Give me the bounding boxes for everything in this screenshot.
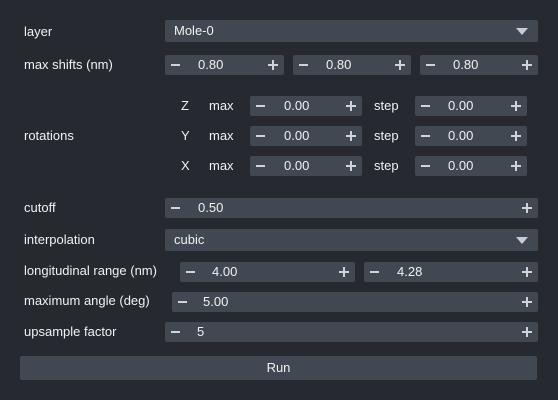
plus-icon[interactable] [511,161,521,171]
layer-label: layer [24,24,53,39]
rotation-y-axis-label: Y [181,128,190,143]
rotation-z-max-label: max [209,98,234,113]
max-shift-z-spinbox[interactable]: 0.80 [165,55,284,75]
minus-icon[interactable] [299,64,308,66]
maximum-angle-label: maximum angle (deg) [24,293,150,308]
plus-icon[interactable] [339,267,349,277]
plus-icon[interactable] [522,203,532,213]
minus-icon[interactable] [256,135,265,137]
rotation-x-step-value: 0.00 [448,158,474,173]
rotation-y-max-label: max [209,128,234,143]
minus-icon[interactable] [421,165,430,167]
max-shift-x-spinbox[interactable]: 0.80 [420,55,538,75]
rotation-x-max-label: max [209,158,234,173]
plus-icon[interactable] [522,327,532,337]
plus-icon[interactable] [522,60,532,70]
longitudinal-range-min-spinbox[interactable]: 4.00 [180,262,355,282]
rotation-y-step-label: step [374,128,399,143]
minus-icon[interactable] [171,64,180,66]
rotation-z-max-value: 0.00 [284,98,310,113]
plus-icon[interactable] [511,101,521,111]
rotation-z-step-label: step [374,98,399,113]
minus-icon[interactable] [256,165,265,167]
max-shifts-label: max shifts (nm) [24,57,113,72]
plus-icon[interactable] [346,161,356,171]
cutoff-spinbox[interactable]: 0.50 [165,198,538,218]
minus-icon[interactable] [370,271,379,273]
rotation-z-max-spinbox[interactable]: 0.00 [250,96,362,116]
chevron-down-icon [516,28,528,35]
minus-icon[interactable] [426,64,435,66]
minus-icon[interactable] [256,105,265,107]
minus-icon[interactable] [171,331,180,333]
interpolation-label: interpolation [24,232,95,247]
run-button[interactable]: Run [20,356,537,380]
rotation-y-max-spinbox[interactable]: 0.00 [250,126,362,146]
plus-icon[interactable] [522,267,532,277]
rotation-y-max-value: 0.00 [284,128,310,143]
upsample-factor-label: upsample factor [24,324,117,339]
rotation-x-max-spinbox[interactable]: 0.00 [250,156,362,176]
chevron-down-icon [516,237,528,244]
longitudinal-range-max-value: 4.28 [397,264,423,279]
cutoff-label: cutoff [24,200,56,215]
layer-select-value: Mole-0 [174,23,214,38]
plus-icon[interactable] [522,297,532,307]
minus-icon[interactable] [421,135,430,137]
upsample-factor-spinbox[interactable]: 5 [165,322,538,342]
longitudinal-range-min-value: 4.00 [212,264,238,279]
rotation-z-step-spinbox[interactable]: 0.00 [415,96,527,116]
plus-icon[interactable] [268,60,278,70]
rotation-x-step-label: step [374,158,399,173]
rotation-x-max-value: 0.00 [284,158,310,173]
max-shift-z-value: 0.80 [198,57,224,72]
interpolation-select-value: cubic [174,232,205,247]
maximum-angle-spinbox[interactable]: 5.00 [172,292,538,312]
rotation-x-step-spinbox[interactable]: 0.00 [415,156,527,176]
plus-icon[interactable] [346,131,356,141]
max-shift-y-spinbox[interactable]: 0.80 [293,55,411,75]
rotation-x-axis-label: X [181,158,190,173]
interpolation-select[interactable]: cubic [165,229,538,251]
minus-icon[interactable] [171,207,180,209]
rotation-y-step-spinbox[interactable]: 0.00 [415,126,527,146]
plus-icon[interactable] [511,131,521,141]
cutoff-value: 0.50 [198,200,224,215]
plus-icon[interactable] [346,101,356,111]
rotation-z-axis-label: Z [181,98,189,113]
rotations-label: rotations [24,128,74,143]
rotation-y-step-value: 0.00 [448,128,474,143]
minus-icon[interactable] [421,105,430,107]
minus-icon[interactable] [178,301,187,303]
longitudinal-range-label: longitudinal range (nm) [24,263,157,278]
upsample-factor-value: 5 [197,324,205,339]
max-shift-x-value: 0.80 [453,57,479,72]
rotation-z-step-value: 0.00 [448,98,474,113]
longitudinal-range-max-spinbox[interactable]: 4.28 [364,262,538,282]
minus-icon[interactable] [186,271,195,273]
layer-select[interactable]: Mole-0 [165,20,538,42]
maximum-angle-value: 5.00 [203,294,229,309]
max-shift-y-value: 0.80 [326,57,352,72]
plus-icon[interactable] [395,60,405,70]
